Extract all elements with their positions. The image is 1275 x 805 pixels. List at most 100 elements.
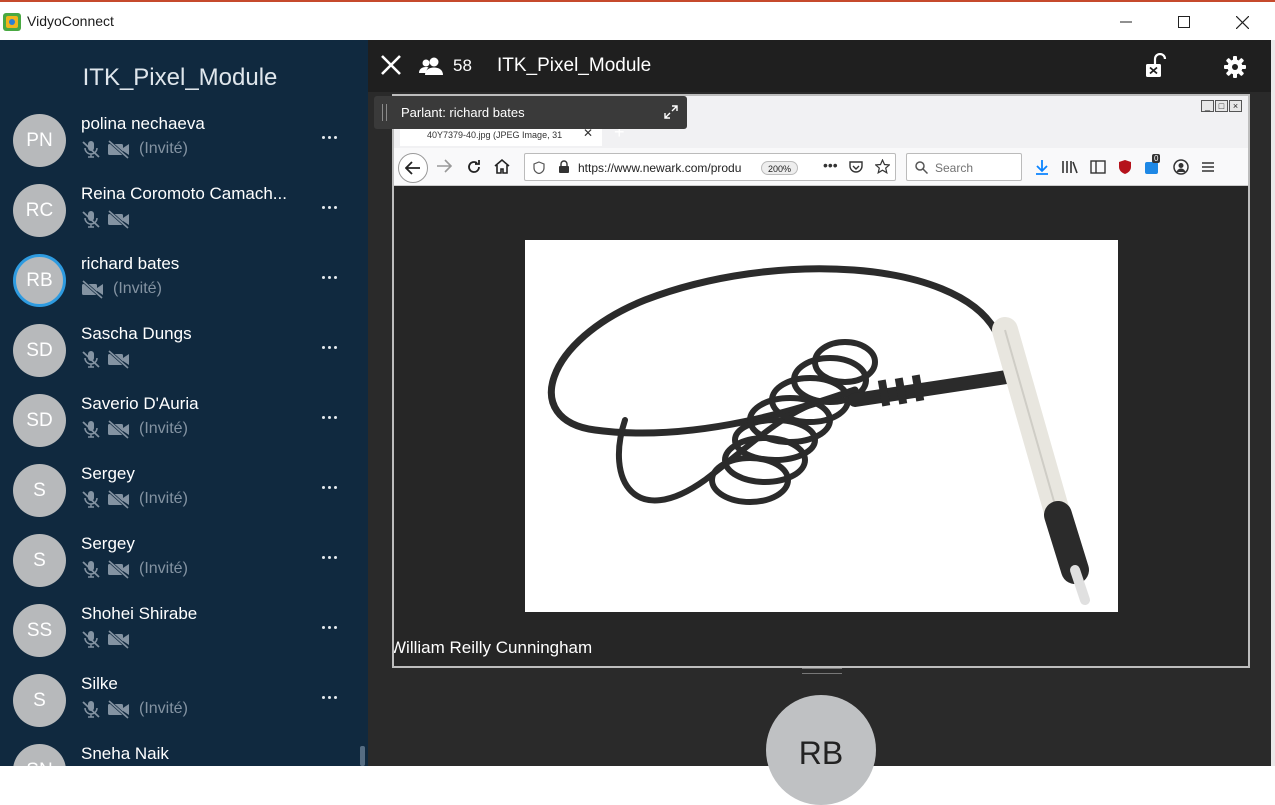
more-options-icon[interactable] bbox=[322, 551, 344, 563]
url-bar: https://www.newark.com/produ 200% ••• bbox=[524, 153, 896, 181]
ublock-icon bbox=[1119, 160, 1131, 174]
conference-toolbar: 58 ITK_Pixel_Module bbox=[368, 40, 1275, 92]
participant-name: Sergey bbox=[81, 464, 135, 483]
avatar: SD bbox=[13, 324, 66, 377]
participant-status bbox=[81, 629, 131, 649]
more-icon: ••• bbox=[823, 157, 838, 173]
more-options-icon[interactable] bbox=[322, 761, 344, 766]
mic-muted-icon bbox=[82, 141, 100, 158]
avatar: S bbox=[13, 464, 66, 517]
browser-toolbar-icons: 0 bbox=[1034, 154, 1216, 176]
participant-row[interactable]: SS Shohei Shirabe bbox=[0, 604, 360, 674]
more-options-icon[interactable] bbox=[322, 271, 344, 283]
participant-row[interactable]: S Sergey (Invité) bbox=[0, 464, 360, 534]
participant-name: Saverio D'Auria bbox=[81, 394, 199, 413]
participant-name: polina nechaeva bbox=[81, 114, 205, 133]
shared-maximize-icon: □ bbox=[1215, 100, 1228, 112]
expand-icon[interactable] bbox=[664, 105, 678, 119]
avatar: PN bbox=[13, 114, 66, 167]
participant-status: (Invité) bbox=[81, 139, 188, 159]
more-options-icon[interactable] bbox=[322, 621, 344, 633]
guest-label: (Invité) bbox=[139, 700, 188, 717]
participant-row[interactable]: PN polina nechaeva (Invité) bbox=[0, 114, 360, 184]
participant-row[interactable]: RC Reina Coromoto Camach... bbox=[0, 184, 360, 254]
sidebar-scrollbar[interactable] bbox=[360, 746, 365, 766]
vidyoconnect-logo-icon bbox=[3, 13, 21, 31]
product-image bbox=[525, 240, 1118, 612]
avatar: RC bbox=[13, 184, 66, 237]
more-options-icon[interactable] bbox=[322, 411, 344, 423]
mic-muted-icon bbox=[82, 211, 100, 228]
home-icon bbox=[494, 158, 510, 174]
url-text: https://www.newark.com/produ bbox=[578, 161, 742, 175]
participant-row[interactable]: SN Sneha Naik bbox=[0, 744, 360, 766]
title-bar: VidyoConnect bbox=[0, 0, 1275, 40]
magnifier-icon bbox=[915, 161, 928, 174]
window-title: VidyoConnect bbox=[27, 13, 114, 29]
shared-browser-content: William Reilly Cunningham bbox=[392, 186, 1248, 666]
gear-icon[interactable] bbox=[1224, 56, 1246, 78]
avatar: RB bbox=[13, 254, 66, 307]
browser-search-box: Search bbox=[906, 153, 1022, 181]
video-caption: William Reilly Cunningham bbox=[392, 638, 593, 657]
participant-row[interactable]: S Sergey (Invité) bbox=[0, 534, 360, 604]
zoom-badge: 200% bbox=[761, 161, 799, 175]
participant-row[interactable]: SD Saverio D'Auria (Invité) bbox=[0, 394, 360, 464]
guest-label: (Invité) bbox=[139, 420, 188, 437]
participant-name: Sascha Dungs bbox=[81, 324, 192, 343]
participant-name: Reina Coromoto Camach... bbox=[81, 184, 287, 203]
close-panel-icon[interactable] bbox=[380, 54, 402, 76]
more-options-icon[interactable] bbox=[322, 201, 344, 213]
conference-name: ITK_Pixel_Module bbox=[497, 55, 652, 76]
unlock-icon[interactable] bbox=[1143, 53, 1169, 79]
guest-label: (Invité) bbox=[139, 490, 188, 507]
video-off-icon bbox=[107, 699, 130, 719]
speaker-label: Parlant: richard bates bbox=[401, 105, 525, 120]
participant-row[interactable]: RB richard bates (Invité) bbox=[0, 254, 360, 324]
sidebar-title: ITK_Pixel_Module bbox=[82, 64, 278, 91]
drag-grip-icon[interactable] bbox=[382, 104, 387, 121]
library-icon bbox=[1062, 161, 1078, 174]
mic-muted-icon bbox=[82, 351, 100, 368]
more-options-icon[interactable] bbox=[322, 691, 344, 703]
guest-label: (Invité) bbox=[139, 560, 188, 577]
mic-muted-icon bbox=[82, 491, 100, 508]
participants-panel: ITK_Pixel_Module PN polina nechaeva (Invit… bbox=[0, 40, 368, 766]
close-icon bbox=[1235, 15, 1249, 29]
shared-window-controls: _ □ × bbox=[1200, 100, 1242, 112]
sidebar-toggle-icon bbox=[1090, 160, 1106, 174]
extension-badge-icon: 0 bbox=[1144, 154, 1162, 176]
maximize-button[interactable] bbox=[1155, 4, 1213, 40]
resize-handle[interactable] bbox=[802, 668, 842, 674]
participant-status: (Invité) bbox=[81, 699, 188, 719]
participant-status: (Invité) bbox=[81, 559, 188, 579]
more-options-icon[interactable] bbox=[322, 341, 344, 353]
more-options-icon[interactable] bbox=[322, 481, 344, 493]
mic-muted-icon bbox=[82, 561, 100, 578]
participant-status bbox=[81, 349, 131, 369]
shield-icon bbox=[533, 161, 545, 174]
participant-row[interactable]: SD Sascha Dungs bbox=[0, 324, 360, 394]
participants-icon[interactable] bbox=[419, 56, 445, 76]
close-window-button[interactable] bbox=[1213, 4, 1271, 40]
minimize-button[interactable] bbox=[1097, 4, 1155, 40]
mic-muted-icon bbox=[82, 631, 100, 648]
participant-count: 58 bbox=[453, 56, 472, 75]
video-off-icon bbox=[107, 559, 130, 579]
avatar: SD bbox=[13, 394, 66, 447]
conference-main: 58 ITK_Pixel_Module Parlant: richard bat… bbox=[368, 40, 1275, 805]
avatar: S bbox=[13, 674, 66, 727]
search-placeholder: Search bbox=[935, 161, 974, 175]
video-off-icon bbox=[107, 209, 130, 229]
download-icon bbox=[1036, 160, 1048, 175]
participant-row[interactable]: S Silke (Invité) bbox=[0, 674, 360, 744]
soldering-pen-image bbox=[547, 265, 1090, 605]
participant-name: Shohei Shirabe bbox=[81, 604, 198, 623]
more-options-icon[interactable] bbox=[322, 131, 344, 143]
bookmark-star-icon bbox=[875, 159, 890, 174]
participant-name: Silke bbox=[81, 674, 118, 693]
participant-status: (Invité) bbox=[81, 489, 188, 509]
participant-status: (Invité) bbox=[81, 279, 162, 299]
minimize-icon bbox=[1120, 21, 1132, 23]
account-icon bbox=[1173, 159, 1189, 175]
